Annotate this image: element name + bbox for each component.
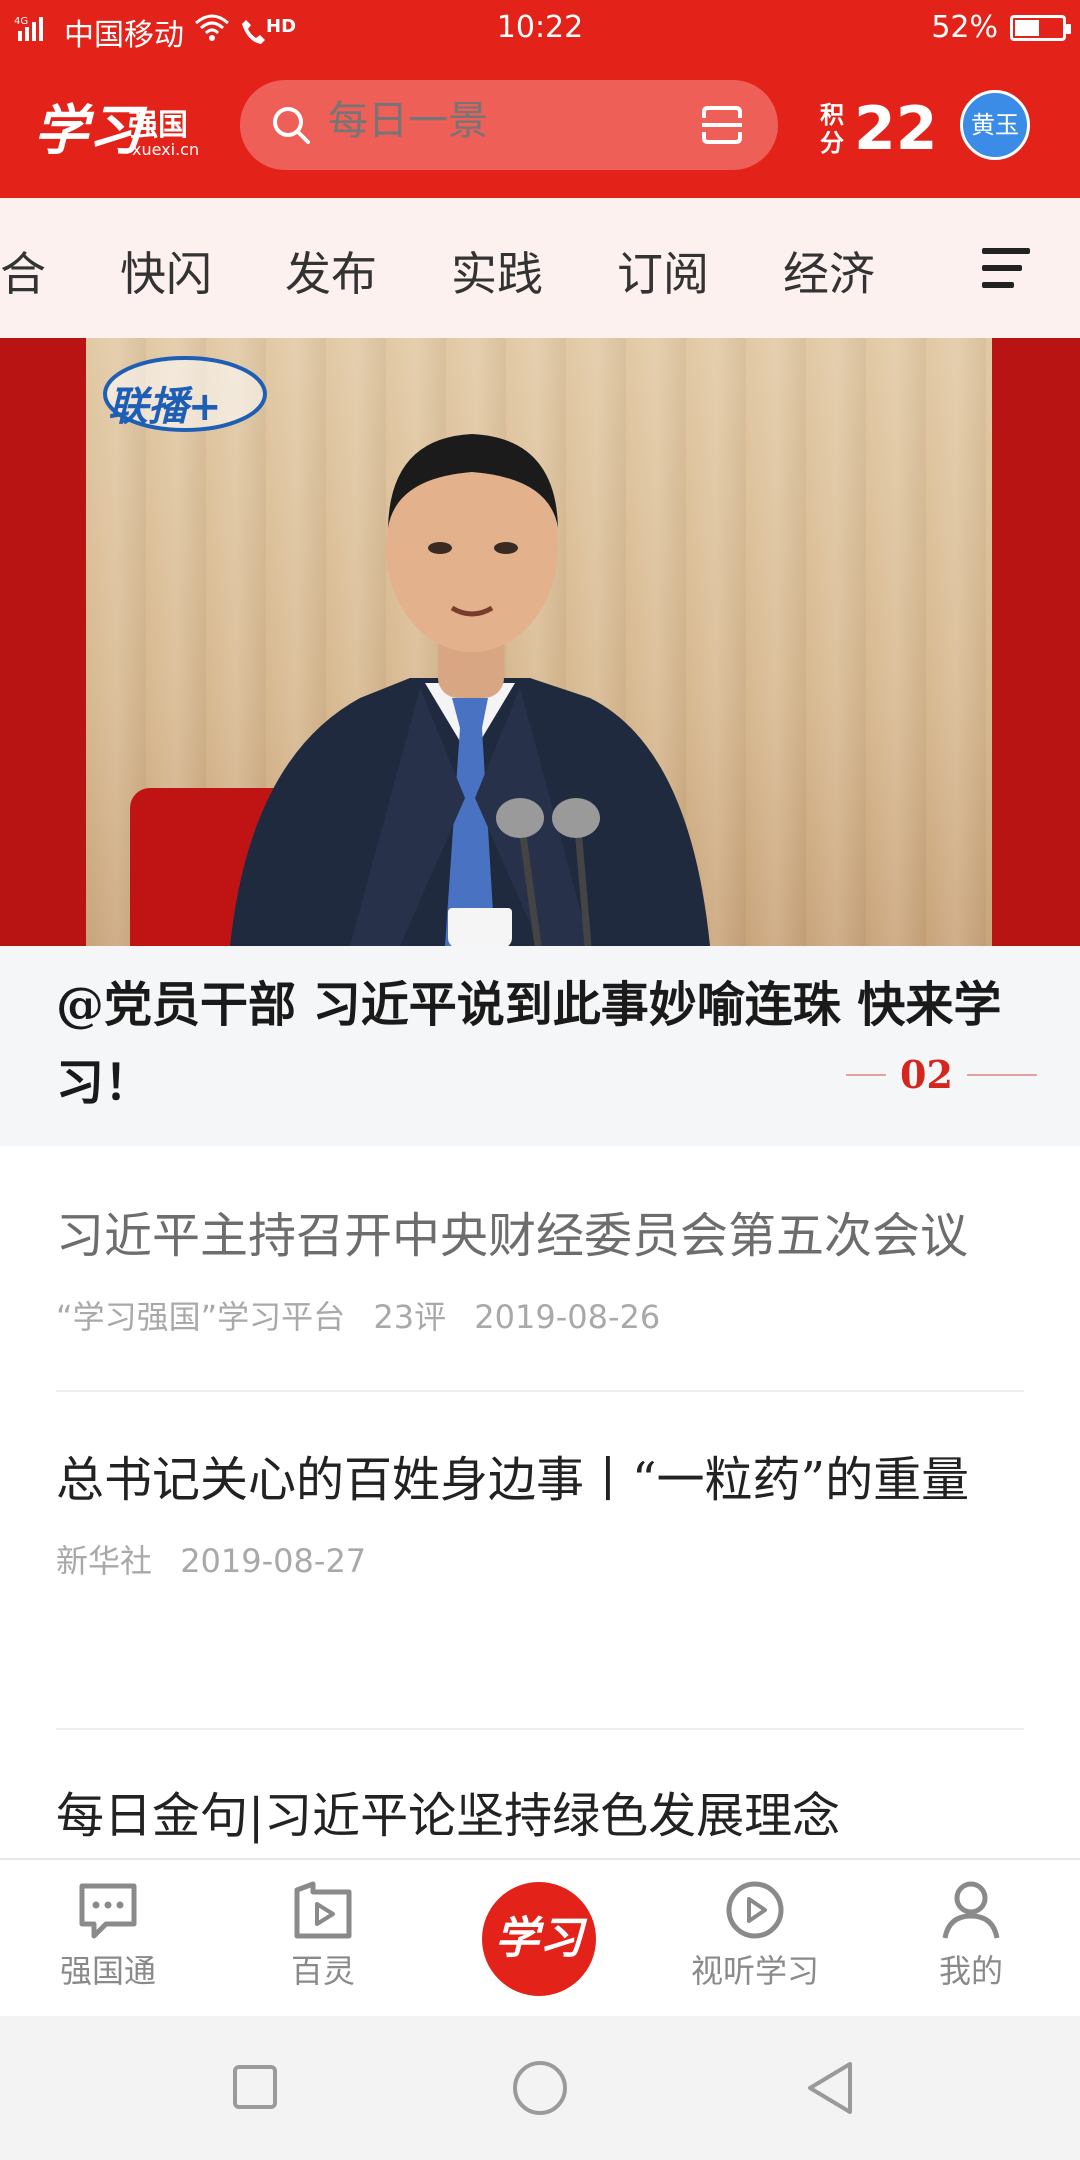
news-meta: 新华社 2019-08-27 bbox=[56, 1536, 1024, 1582]
news-title[interactable]: 每日金句|习近平论坚持绿色发展理念 bbox=[56, 1776, 1024, 1856]
app-logo[interactable]: 学习 强国 xuexi.cn bbox=[34, 78, 204, 178]
play-circle-icon bbox=[726, 1881, 784, 1939]
badge-text: 联播+ bbox=[108, 384, 222, 430]
news-title[interactable]: 总书记关心的百姓身边事丨“一粒药”的重量 bbox=[56, 1440, 1024, 1520]
logo-subtitle: 强国 bbox=[128, 108, 188, 143]
tab-dingyue[interactable]: 订阅 bbox=[617, 238, 709, 304]
nav-bailing[interactable]: 百灵 bbox=[248, 1880, 398, 1992]
news-item[interactable]: 习近平主持召开中央财经委员会第五次会议 “学习强国”学习平台 23评 2019-… bbox=[56, 1196, 1024, 1338]
bottom-nav: 强国通 百灵 学习 视听学习 我的 bbox=[0, 1858, 1080, 2016]
play-folder-icon bbox=[294, 1881, 352, 1939]
search-input[interactable] bbox=[328, 98, 628, 144]
nav-label: 我的 bbox=[938, 1952, 1003, 1990]
nav-mine[interactable]: 我的 bbox=[896, 1880, 1046, 1992]
tab-fabu[interactable]: 发布 bbox=[285, 238, 377, 304]
status-right: 52% bbox=[931, 10, 1071, 45]
category-tabs: 合 快闪 发布 实践 订阅 经济 bbox=[0, 198, 1080, 338]
score-label: 积分 bbox=[820, 101, 844, 157]
status-bar: 4G 中国移动 HD 10:22 52% bbox=[0, 0, 1080, 58]
nav-label: 强国通 bbox=[59, 1952, 156, 1990]
lianbo-badge: 联播+ bbox=[100, 344, 270, 434]
battery-percent: 52% bbox=[931, 10, 998, 45]
score-widget[interactable]: 积分 22 bbox=[820, 94, 938, 164]
menu-icon[interactable] bbox=[982, 246, 1030, 290]
news-meta: “学习强国”学习平台 23评 2019-08-26 bbox=[56, 1292, 1024, 1338]
square-icon[interactable] bbox=[232, 2064, 278, 2110]
logo-url: xuexi.cn bbox=[132, 140, 200, 159]
news-comments: 23评 bbox=[373, 1298, 447, 1336]
back-triangle-icon[interactable] bbox=[804, 2060, 854, 2116]
score-value: 22 bbox=[854, 94, 938, 164]
hero-caption[interactable]: @党员干部 习近平说到此事妙喻连珠 快来学习！ 02 bbox=[0, 946, 1080, 1146]
hero-banner[interactable]: 联播+ bbox=[0, 338, 1080, 946]
tab-jingji[interactable]: 经济 bbox=[783, 238, 875, 304]
nav-shiting[interactable]: 视听学习 bbox=[680, 1880, 830, 1992]
search-icon bbox=[273, 107, 310, 144]
tab-kuaishan[interactable]: 快闪 bbox=[120, 238, 212, 304]
tab-he[interactable]: 合 bbox=[0, 238, 46, 304]
logo-text: 学习 bbox=[34, 98, 142, 162]
nav-label: 视听学习 bbox=[690, 1952, 819, 1990]
app-header: 学习 强国 xuexi.cn 积分 22 黄玉 bbox=[0, 58, 1080, 198]
system-nav-bar bbox=[0, 2016, 1080, 2160]
circle-icon[interactable] bbox=[512, 2060, 568, 2116]
battery-icon bbox=[1010, 14, 1071, 41]
news-date: 2019-08-27 bbox=[180, 1542, 367, 1580]
news-source: 新华社 bbox=[56, 1542, 153, 1580]
speaker-figure bbox=[230, 434, 710, 946]
nav-label: 百灵 bbox=[290, 1952, 355, 1990]
nav-qiangguotong[interactable]: 强国通 bbox=[33, 1880, 183, 1992]
avatar[interactable]: 黄玉 bbox=[960, 90, 1030, 160]
user-icon bbox=[942, 1881, 1000, 1939]
hero-title[interactable]: @党员干部 习近平说到此事妙喻连珠 快来学习！ bbox=[56, 966, 1016, 1122]
cup-shape bbox=[448, 908, 512, 946]
nav-study-home[interactable]: 学习 bbox=[482, 1882, 596, 1996]
news-source: “学习强国”学习平台 bbox=[56, 1298, 346, 1336]
clock: 10:22 bbox=[496, 10, 584, 45]
news-item[interactable]: 总书记关心的百姓身边事丨“一粒药”的重量 新华社 2019-08-27 bbox=[56, 1440, 1024, 1582]
tab-shijian[interactable]: 实践 bbox=[451, 238, 543, 304]
carousel-indicator: 02 bbox=[846, 1052, 1037, 1097]
news-title[interactable]: 习近平主持召开中央财经委员会第五次会议 bbox=[56, 1196, 1024, 1276]
chat-icon bbox=[79, 1883, 137, 1939]
divider bbox=[56, 1728, 1024, 1730]
scan-icon[interactable] bbox=[700, 104, 744, 146]
carousel-page-number: 02 bbox=[900, 1052, 953, 1097]
news-item[interactable]: 每日金句|习近平论坚持绿色发展理念 bbox=[56, 1776, 1024, 1858]
search-bar[interactable] bbox=[240, 80, 778, 170]
divider bbox=[56, 1390, 1024, 1392]
news-date: 2019-08-26 bbox=[474, 1298, 661, 1336]
